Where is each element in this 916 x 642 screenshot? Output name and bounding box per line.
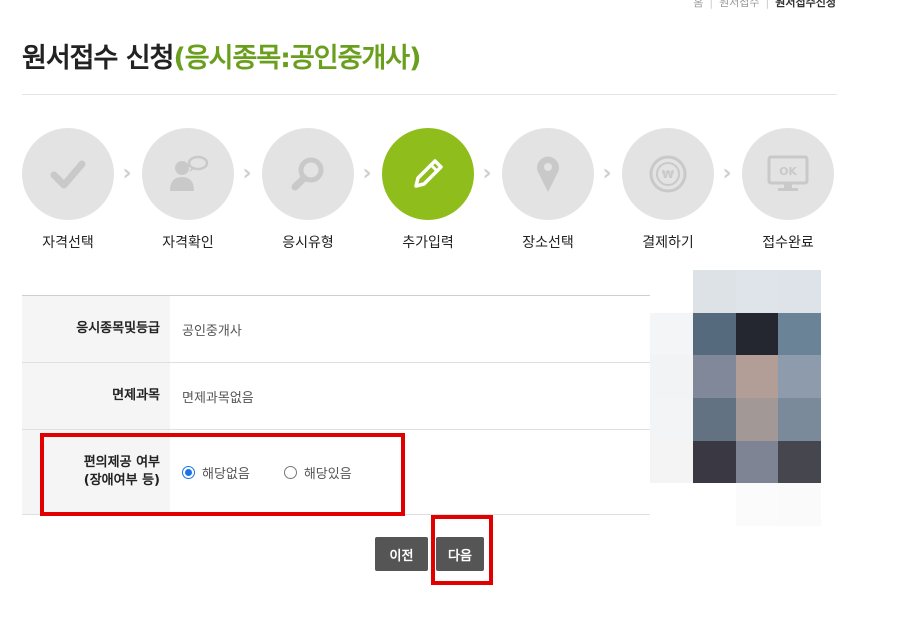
step-additional-input: 추가입력 [380, 128, 476, 252]
breadcrumb-section[interactable]: 원서접수 [719, 0, 759, 10]
chevron-right-icon: › [602, 161, 612, 186]
step-label: 결제하기 [642, 235, 694, 251]
step-payment: ₩ 결제하기 [620, 128, 716, 252]
progress-steps: 자격선택 › 자격확인 › 응시유형 › 추가입력 › 장소선택 › ₩ 결제하… [20, 128, 840, 258]
form-row-exam: 응시종목및등급 공인중개사 [22, 296, 652, 363]
breadcrumb-separator: | [709, 0, 714, 9]
step-qualification-select: 자격선택 [20, 128, 116, 252]
step-label: 접수완료 [762, 235, 814, 251]
step-circle [502, 128, 594, 220]
chevron-right-icon: › [122, 161, 132, 186]
breadcrumb-current: 원서접수신청 [775, 0, 836, 9]
page-title-subject: (응시종목:공인중개사) [173, 43, 421, 74]
breadcrumb: 홈 | 원서접수 | 원서접수신청 [693, 0, 836, 10]
step-location-select: 장소선택 [500, 128, 596, 252]
step-circle: OK [742, 128, 834, 220]
exam-label: 응시종목및등급 [22, 296, 170, 362]
magnifier-icon [291, 157, 324, 191]
step-circle: ₩ [622, 128, 714, 220]
step-circle [382, 128, 474, 220]
breadcrumb-separator: | [765, 0, 770, 9]
step-complete: OK 접수완료 [740, 128, 836, 252]
svg-text:OK: OK [779, 165, 797, 178]
step-qualification-check: 자격확인 [140, 128, 236, 252]
step-label: 자격선택 [42, 235, 94, 251]
form-row-exempt: 면제과목 면제과목없음 [22, 363, 652, 430]
step-label: 추가입력 [402, 235, 454, 251]
chevron-right-icon: › [722, 161, 732, 186]
chevron-right-icon: › [482, 161, 492, 186]
prev-button[interactable]: 이전 [375, 537, 428, 571]
exempt-label: 면제과목 [22, 363, 170, 429]
step-exam-type: 응시유형 [260, 128, 356, 252]
title-divider [22, 94, 837, 95]
won-coin-icon: ₩ [649, 155, 687, 193]
person-chat-icon [170, 155, 209, 191]
page-title: 원서접수 신청(응시종목:공인중개사) [22, 36, 422, 75]
step-label: 장소선택 [522, 235, 574, 251]
chevron-right-icon: › [362, 161, 372, 186]
exam-value: 공인중개사 [182, 323, 242, 339]
page-title-main: 원서접수 신청 [22, 43, 174, 74]
breadcrumb-home[interactable]: 홈 [693, 0, 703, 10]
ok-monitor-icon: OK [767, 155, 809, 191]
pencil-icon [414, 159, 443, 188]
highlight-box-accessibility [40, 433, 405, 516]
step-circle [262, 128, 354, 220]
pixelated-photo [650, 270, 864, 526]
chevron-right-icon: › [242, 161, 252, 186]
svg-text:₩: ₩ [662, 168, 674, 181]
step-label: 응시유형 [282, 235, 334, 251]
check-icon [50, 160, 86, 189]
highlight-box-next-button [431, 515, 493, 585]
exempt-value: 면제과목없음 [182, 390, 254, 406]
location-pin-icon [537, 156, 559, 192]
step-circle [142, 128, 234, 220]
step-circle [22, 128, 114, 220]
step-label: 자격확인 [162, 235, 214, 251]
